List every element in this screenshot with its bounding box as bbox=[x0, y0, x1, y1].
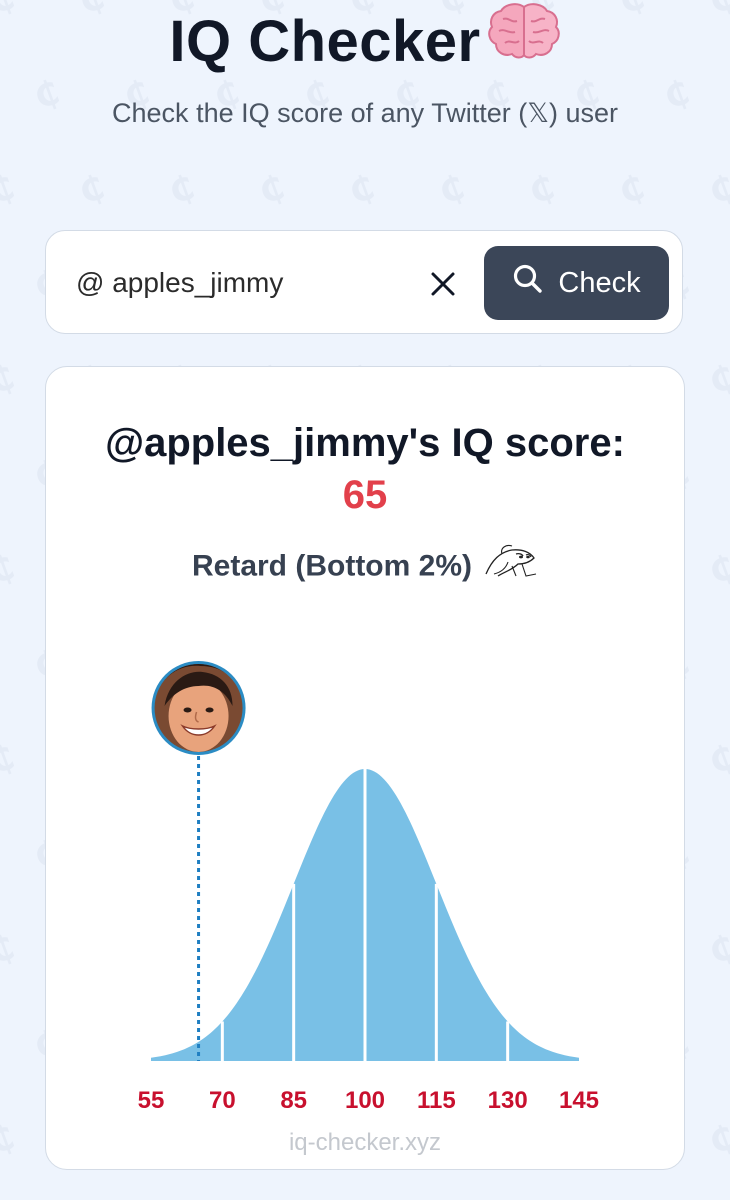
result-heading: @apples_jimmy's IQ score: bbox=[105, 421, 625, 465]
bg-pattern-glyph: ₵ bbox=[703, 167, 730, 213]
bg-pattern-glyph: ₵ bbox=[0, 547, 20, 593]
iq-score: 65 bbox=[342, 473, 388, 517]
bg-pattern-glyph: ₵ bbox=[0, 737, 20, 783]
result-card: @apples_jimmy's IQ score: 65 Retard (Bot… bbox=[45, 366, 685, 1170]
bg-pattern-glyph: ₵ bbox=[0, 357, 20, 403]
user-avatar bbox=[151, 661, 246, 755]
bg-pattern-glyph: ₵ bbox=[0, 927, 20, 973]
bg-pattern-glyph: ₵ bbox=[703, 357, 730, 403]
search-card: Check bbox=[45, 230, 683, 334]
bg-pattern-glyph: ₵ bbox=[73, 167, 110, 213]
x-tick-label: 55 bbox=[138, 1087, 165, 1114]
iq-distribution-chart: 55 70 85 100 115 130 145 bbox=[138, 661, 599, 1114]
bg-pattern-glyph: ₵ bbox=[703, 737, 730, 783]
bg-pattern-glyph: ₵ bbox=[703, 547, 730, 593]
bg-pattern-glyph: ₵ bbox=[163, 167, 200, 213]
x-axis-labels: 55 70 85 100 115 130 145 bbox=[138, 1087, 599, 1114]
page-title-text: IQ Checker bbox=[169, 9, 481, 74]
bg-pattern-glyph: ₵ bbox=[0, 1117, 20, 1163]
watermark: iq-checker.xyz bbox=[288, 1129, 442, 1156]
bg-pattern-glyph: ₵ bbox=[0, 167, 20, 213]
bg-pattern-glyph: ₵ bbox=[613, 167, 650, 213]
username-input[interactable] bbox=[76, 261, 406, 305]
bg-pattern-glyph: ₵ bbox=[703, 927, 730, 973]
x-tick-label: 70 bbox=[209, 1087, 236, 1114]
bg-pattern-glyph: ₵ bbox=[703, 1117, 730, 1163]
x-tick-label: 100 bbox=[345, 1087, 385, 1114]
bg-pattern-glyph: ₵ bbox=[433, 167, 470, 213]
x-tick-label: 145 bbox=[559, 1087, 599, 1114]
check-button[interactable]: Check bbox=[484, 246, 669, 320]
search-icon bbox=[512, 263, 544, 303]
page-title: IQ Checker bbox=[0, 2, 730, 82]
bg-pattern-glyph: ₵ bbox=[343, 167, 380, 213]
bg-pattern-glyph: ₵ bbox=[253, 167, 290, 213]
bg-pattern-glyph: ₵ bbox=[523, 167, 560, 213]
page-subtitle: Check the IQ score of any Twitter (𝕏) us… bbox=[112, 98, 618, 128]
x-tick-label: 130 bbox=[488, 1087, 528, 1114]
wojak-sketch-icon bbox=[482, 540, 538, 591]
close-icon[interactable] bbox=[430, 271, 456, 297]
x-tick-label: 115 bbox=[417, 1087, 456, 1114]
check-button-label: Check bbox=[558, 266, 641, 299]
x-tick-label: 85 bbox=[280, 1087, 307, 1114]
iq-category-label: Retard (Bottom 2%) bbox=[191, 549, 472, 583]
brain-icon bbox=[487, 1, 561, 82]
iq-category: Retard (Bottom 2%) bbox=[46, 544, 684, 591]
